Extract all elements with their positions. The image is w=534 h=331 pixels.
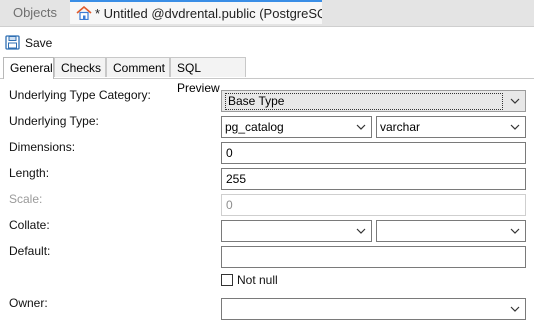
tab-untitled-domain[interactable]: * Untitled @dvdrental.public (PostgreSQ.… xyxy=(70,0,322,24)
tab-title: * Untitled @dvdrental.public (PostgreSQ.… xyxy=(95,6,322,21)
not-null-checkbox[interactable] xyxy=(221,274,233,286)
underlying-type-select[interactable]: varchar xyxy=(376,116,526,138)
collate-label: Collate: xyxy=(9,218,50,232)
underlying-type-schema-select[interactable]: pg_catalog xyxy=(221,116,372,138)
toolbar: Save xyxy=(0,27,534,57)
chevron-down-icon xyxy=(356,228,366,234)
chevron-down-icon xyxy=(510,228,520,234)
owner-label: Owner: xyxy=(9,296,48,310)
tab-objects[interactable]: Objects xyxy=(0,0,70,26)
tab-comment[interactable]: Comment xyxy=(106,57,170,77)
collate-schema-select[interactable] xyxy=(221,220,372,242)
scale-input: 0 xyxy=(221,194,526,216)
floppy-disk-icon xyxy=(5,35,20,50)
length-input[interactable]: 255 xyxy=(221,168,526,190)
tab-sql-preview[interactable]: SQL Preview xyxy=(170,57,246,95)
tab-general[interactable]: General xyxy=(3,57,54,79)
chevron-down-icon xyxy=(510,124,520,130)
chevron-down-icon xyxy=(510,98,520,104)
section-tabs: General Checks Comment SQL Preview xyxy=(0,57,534,95)
underlying-type-category-value: Base Type xyxy=(225,93,503,110)
house-icon xyxy=(76,4,92,21)
document-tab-strip: Objects * Untitled @dvdrental.public (Po… xyxy=(0,0,534,27)
underlying-type-category-label: Underlying Type Category: xyxy=(9,88,151,102)
underlying-type-value: varchar xyxy=(380,120,421,134)
dimensions-input[interactable]: 0 xyxy=(221,142,526,164)
underlying-type-label: Underlying Type: xyxy=(9,114,99,128)
not-null-label[interactable]: Not null xyxy=(237,273,278,287)
underlying-type-category-select[interactable]: Base Type xyxy=(221,90,526,112)
default-input[interactable] xyxy=(221,246,526,268)
chevron-down-icon xyxy=(356,124,366,130)
scale-label: Scale: xyxy=(9,192,43,206)
save-button[interactable]: Save xyxy=(5,34,52,52)
collate-select[interactable] xyxy=(376,220,526,242)
save-label: Save xyxy=(25,36,53,50)
underlying-type-schema-value: pg_catalog xyxy=(225,120,284,134)
chevron-down-icon xyxy=(510,306,520,312)
dimensions-label: Dimensions: xyxy=(9,140,76,154)
default-label: Default: xyxy=(9,244,51,258)
owner-select[interactable] xyxy=(221,298,526,320)
tab-checks[interactable]: Checks xyxy=(54,57,106,77)
length-label: Length: xyxy=(9,166,50,180)
